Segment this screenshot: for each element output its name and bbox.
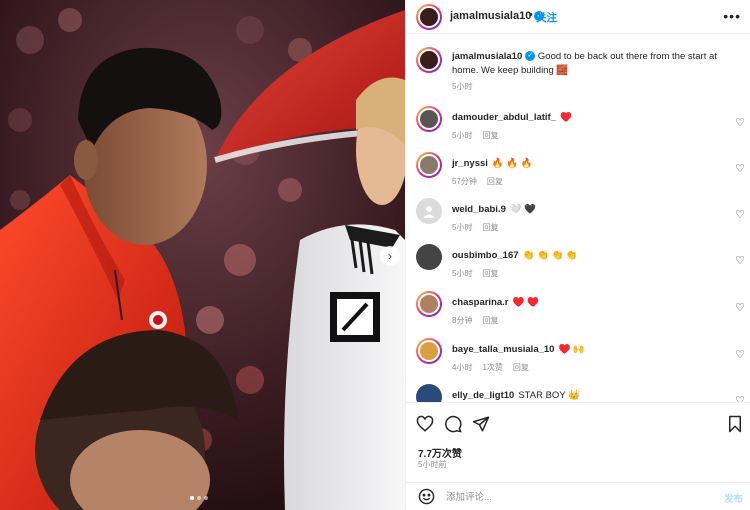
bookmark-icon[interactable] [727, 415, 743, 433]
commenter-avatar[interactable] [416, 384, 442, 402]
comment-time: 5小时 [452, 223, 473, 232]
default-avatar-icon [423, 206, 435, 218]
comment-list[interactable]: damouder_abdul_latif_ ♥️ 5小时 回复 ♡ jr_nyssi… [406, 100, 750, 402]
comment-composer: 发布 [406, 482, 750, 510]
comment-item: chasparina.r ♥️ ♥️ 8分钟 回复 ♡ [406, 289, 750, 329]
heart-icon[interactable]: ♡ [735, 162, 745, 175]
commenter-username[interactable]: ousbimbo_167 [452, 250, 519, 261]
photo-image [0, 0, 405, 510]
verified-badge-icon: ✓ [525, 51, 536, 62]
comment-icon[interactable] [444, 415, 462, 433]
comment-time: 57分钟 [452, 177, 477, 186]
comment-time: 4小时 [452, 363, 473, 372]
chevron-right-icon: › [388, 249, 392, 263]
comment-input[interactable] [446, 488, 696, 506]
comment-item: baye_talla_musiala_10 ♥️ 🙌 4小时 1次赞 回复 ♡ [406, 336, 750, 376]
reply-button[interactable]: 回复 [482, 223, 498, 232]
carousel-dot [204, 496, 208, 500]
comment-text: ♥️ 🙌 [558, 344, 585, 355]
commenter-avatar[interactable] [416, 152, 442, 178]
comment-item: jr_nyssi 🔥 🔥 🔥 57分钟 回复 ♡ [406, 150, 750, 190]
commenter-username[interactable]: jr_nyssi [452, 158, 488, 169]
commenter-username[interactable]: baye_talla_musiala_10 [452, 344, 554, 355]
comment-text: STAR BOY 👑 [518, 390, 580, 401]
heart-icon[interactable]: ♡ [735, 208, 745, 221]
heart-icon[interactable] [416, 415, 434, 433]
comment-item: elly_de_ligt10 STAR BOY 👑 ♡ [406, 382, 750, 402]
share-icon[interactable] [472, 415, 490, 433]
reply-button[interactable]: 回复 [482, 131, 498, 140]
author-username-text: jamalmusiala10 [450, 10, 532, 22]
comment-time: 5小时 [452, 131, 473, 140]
more-horizontal-icon[interactable]: ••• [723, 8, 741, 24]
emoji-icon[interactable] [418, 488, 435, 505]
commenter-avatar[interactable] [416, 198, 442, 224]
follow-button[interactable]: 关注 [536, 10, 557, 25]
post-sidebar: jamalmusiala10 ✓ • 关注 ••• jamalmusiala10 ✓… [405, 0, 750, 510]
commenter-avatar[interactable] [416, 106, 442, 132]
carousel-dot [190, 496, 194, 500]
caption-time: 5小时 [452, 82, 473, 91]
reply-button[interactable]: 回复 [482, 269, 498, 278]
heart-icon[interactable]: ♡ [735, 394, 745, 402]
caption-avatar[interactable] [416, 47, 442, 73]
comment-text: ♥️ [560, 112, 572, 123]
carousel-dot [197, 496, 201, 500]
reply-button[interactable]: 回复 [487, 177, 503, 186]
commenter-avatar[interactable] [416, 291, 442, 317]
like-count[interactable]: 7.7万次赞 [418, 445, 462, 460]
heart-icon[interactable]: ♡ [735, 116, 745, 129]
heart-icon[interactable]: ♡ [735, 254, 745, 267]
post-timestamp: 5小时前 [418, 460, 447, 469]
comment-item: ousbimbo_167 👏 👏 👏 👏 5小时 回复 ♡ [406, 242, 750, 282]
caption-username[interactable]: jamalmusiala10 [452, 51, 522, 62]
carousel-next-button[interactable]: › [380, 246, 400, 266]
post-actions: 7.7万次赞 5小时前 [406, 402, 750, 482]
header-separator: • [529, 9, 533, 21]
post-caption: jamalmusiala10 ✓ Good to be back out ther… [406, 44, 750, 94]
carousel-dots [190, 496, 208, 500]
comment-time: 8分钟 [452, 316, 473, 325]
commenter-username[interactable]: elly_de_ligt10 [452, 390, 514, 401]
comment-text: 🔥 🔥 🔥 [491, 158, 533, 169]
post-comment-button[interactable]: 发布 [724, 491, 743, 505]
commenter-avatar[interactable] [416, 338, 442, 364]
heart-icon[interactable]: ♡ [735, 301, 745, 314]
commenter-username[interactable]: damouder_abdul_latif_ [452, 112, 556, 123]
heart-icon[interactable]: ♡ [735, 348, 745, 361]
comment-item: damouder_abdul_latif_ ♥️ 5小时 回复 ♡ [406, 104, 750, 144]
commenter-username[interactable]: chasparina.r [452, 297, 509, 308]
comment-item: weld_babi.9 🤍 🖤 5小时 回复 ♡ [406, 196, 750, 236]
commenter-avatar[interactable] [416, 244, 442, 270]
commenter-username[interactable]: weld_babi.9 [452, 204, 506, 215]
comment-text: ♥️ ♥️ [512, 297, 539, 308]
post-photo: › [0, 0, 405, 510]
post-header: jamalmusiala10 ✓ • 关注 ••• [406, 0, 750, 34]
reply-button[interactable]: 回复 [513, 363, 529, 372]
comment-time: 5小时 [452, 269, 473, 278]
caption-text: jamalmusiala10 ✓ Good to be back out ther… [452, 50, 737, 78]
reply-button[interactable]: 回复 [482, 316, 498, 325]
comment-text: 🤍 🖤 [509, 204, 537, 215]
comment-text: 👏 👏 👏 👏 [522, 250, 578, 261]
comment-likes[interactable]: 1次赞 [482, 363, 502, 372]
author-avatar[interactable] [416, 4, 442, 30]
